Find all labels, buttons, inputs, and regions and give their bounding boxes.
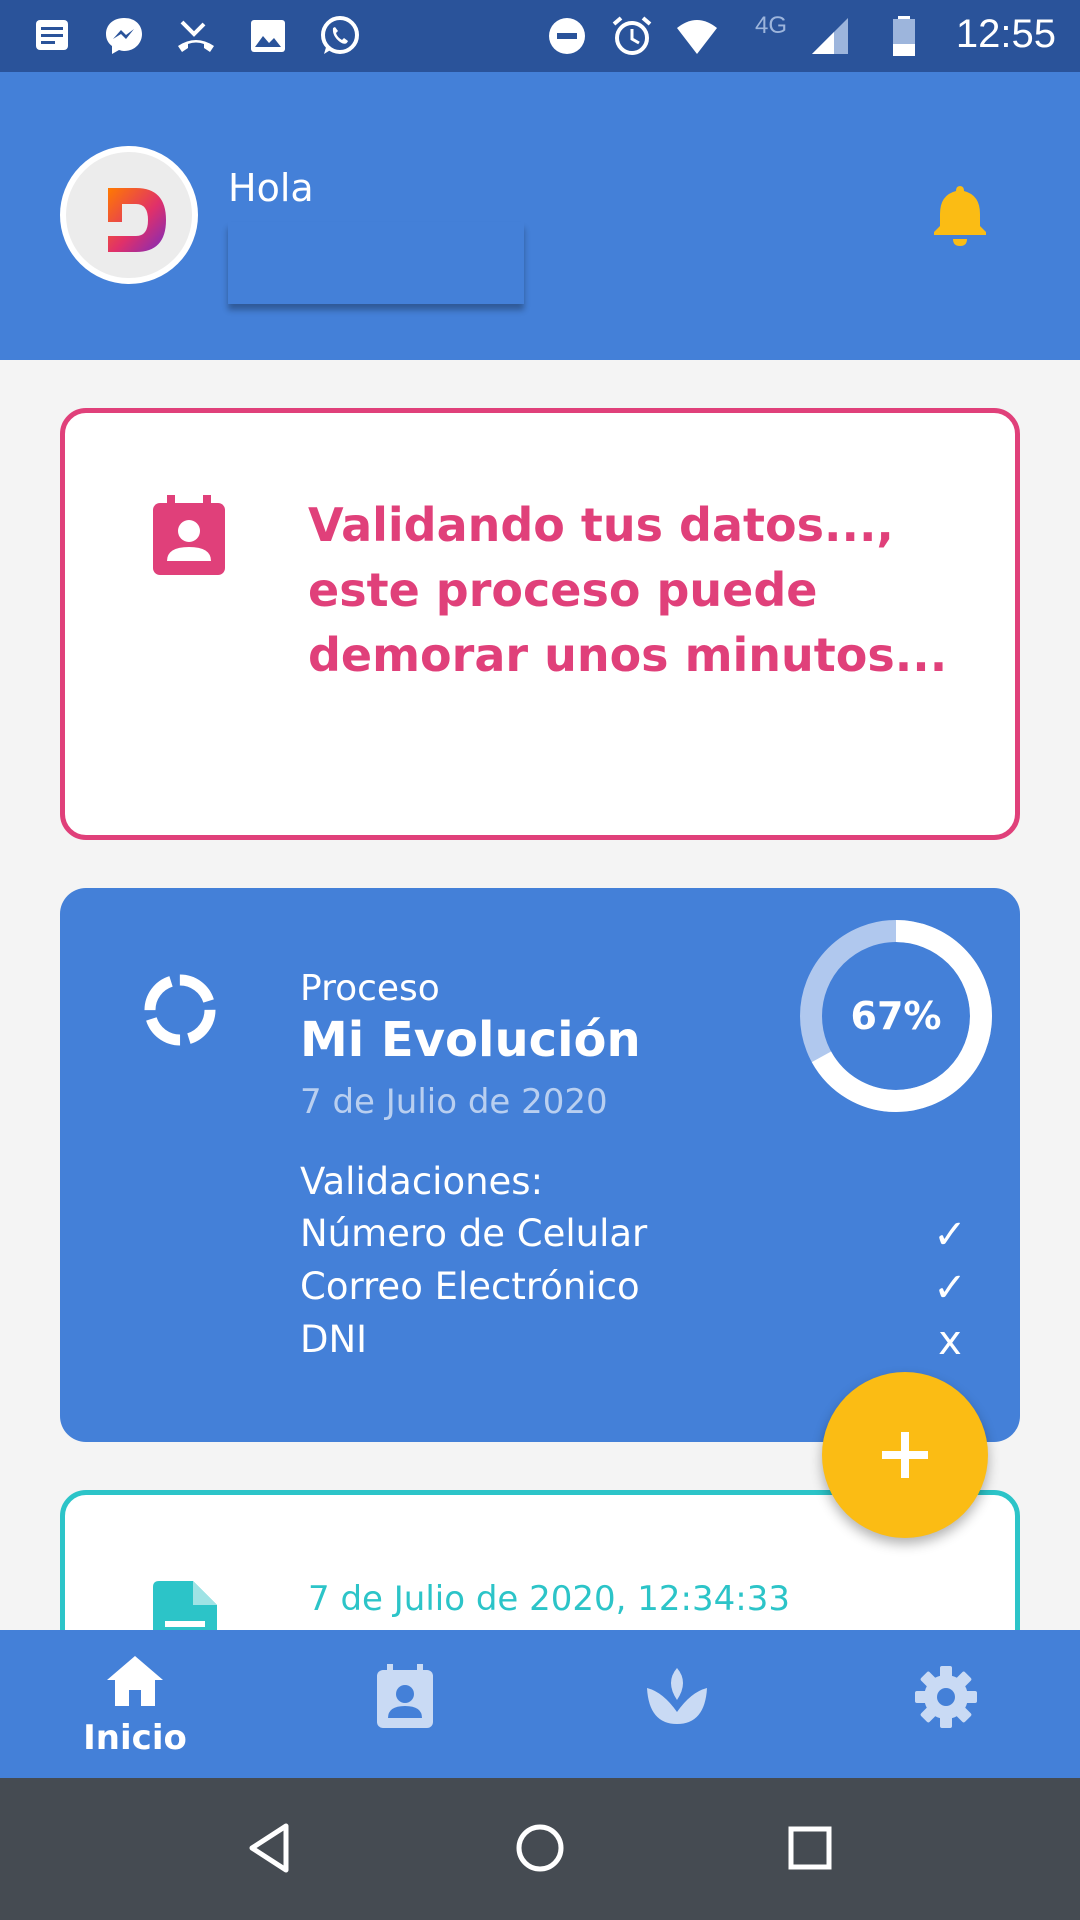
validation-status-card: Validando tus datos..., este proceso pue…	[60, 408, 1020, 840]
home-icon	[107, 1656, 163, 1706]
nav-label-inicio: Inicio	[83, 1718, 187, 1758]
validation-message: Validando tus datos..., este proceso pue…	[308, 498, 948, 682]
add-button[interactable]	[822, 1372, 988, 1538]
messenger-icon	[106, 18, 142, 54]
validation-row: DNI x	[300, 1318, 980, 1370]
nav-item-settings[interactable]	[810, 1630, 1080, 1778]
validation-row: Correo Electrónico ✓	[300, 1265, 980, 1317]
process-label: Proceso	[300, 968, 440, 1009]
validation-name: Correo Electrónico	[300, 1265, 640, 1308]
bell-icon[interactable]	[930, 182, 990, 246]
signal-icon	[812, 18, 848, 54]
recents-icon[interactable]	[780, 1818, 840, 1878]
nav-item-wellness[interactable]	[540, 1630, 810, 1778]
wifi-icon	[677, 20, 717, 54]
status-clock: 12:55	[955, 12, 1056, 56]
validation-row: Número de Celular ✓	[300, 1212, 980, 1264]
greeting-text: Hola	[228, 166, 314, 210]
do-not-disturb-icon	[549, 18, 585, 54]
progress-percent: 67%	[850, 994, 942, 1038]
validation-name: DNI	[300, 1318, 368, 1361]
nav-item-profile[interactable]	[270, 1630, 540, 1778]
progress-ring-icon	[144, 974, 216, 1046]
system-navigation-bar	[0, 1778, 1080, 1920]
process-title: Mi Evolución	[300, 1012, 641, 1068]
validation-name: Número de Celular	[300, 1212, 648, 1255]
app-logo-icon	[108, 188, 166, 252]
home-circle-icon[interactable]	[510, 1818, 570, 1878]
lotus-icon	[647, 1668, 707, 1724]
process-card[interactable]: Proceso Mi Evolución 7 de Julio de 2020 …	[60, 888, 1020, 1442]
contact-calendar-icon	[377, 1664, 433, 1728]
battery-icon	[893, 16, 915, 56]
validations-title: Validaciones:	[300, 1160, 544, 1203]
validation-check-mark: ✓	[933, 1265, 967, 1311]
image-icon	[251, 20, 285, 52]
validation-fail-mark: x	[938, 1318, 962, 1364]
contact-calendar-icon	[153, 495, 225, 575]
whatsapp-icon	[321, 16, 359, 54]
notes-icon	[36, 20, 68, 50]
process-date: 7 de Julio de 2020	[300, 1082, 608, 1122]
bottom-navigation: Inicio	[0, 1630, 1080, 1778]
username-box	[228, 222, 524, 304]
missed-call-icon	[178, 20, 214, 52]
status-bar: 4G 12:55	[0, 0, 1080, 72]
back-icon[interactable]	[240, 1818, 300, 1878]
validation-check-mark: ✓	[933, 1212, 967, 1258]
gear-icon	[915, 1666, 977, 1728]
app-header: Hola	[0, 72, 1080, 360]
network-type-label: 4G	[755, 12, 788, 39]
alarm-icon	[612, 16, 652, 55]
history-date: 7 de Julio de 2020, 12:34:33	[308, 1579, 790, 1619]
avatar[interactable]	[60, 146, 198, 284]
nav-item-inicio[interactable]: Inicio	[0, 1630, 270, 1778]
plus-icon	[882, 1432, 928, 1478]
